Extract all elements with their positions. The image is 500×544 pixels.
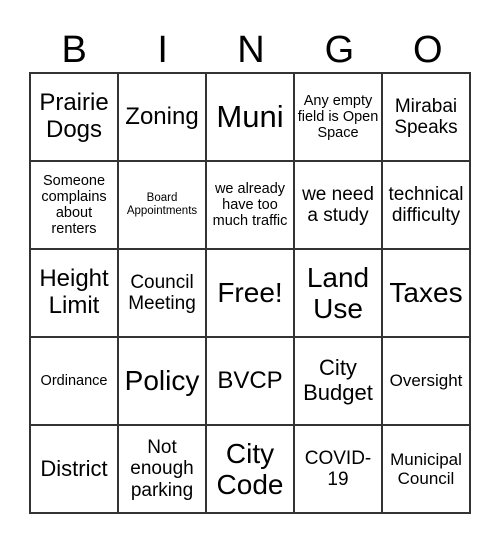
bingo-cell[interactable]: Mirabai Speaks xyxy=(382,73,470,161)
header-letter-i: I xyxy=(157,29,168,71)
bingo-cell[interactable]: Taxes xyxy=(382,249,470,337)
bingo-cell[interactable]: Muni xyxy=(206,73,294,161)
header-letter-g: G xyxy=(324,29,355,71)
bingo-board: Prairie Dogs Zoning Muni Any empty field… xyxy=(29,72,471,514)
bingo-cell[interactable]: Council Meeting xyxy=(118,249,206,337)
bingo-cell[interactable]: District xyxy=(30,425,118,513)
bingo-cell[interactable]: Zoning xyxy=(118,73,206,161)
bingo-cell[interactable]: Any empty field is Open Space xyxy=(294,73,382,161)
bingo-cell[interactable]: Prairie Dogs xyxy=(30,73,118,161)
bingo-cell[interactable]: City Budget xyxy=(294,337,382,425)
bingo-cell[interactable]: COVID-19 xyxy=(294,425,382,513)
bingo-cell[interactable]: BVCP xyxy=(206,337,294,425)
bingo-cell[interactable]: Board Appointments xyxy=(118,161,206,249)
bingo-cell[interactable]: Someone complains about renters xyxy=(30,161,118,249)
header-letter-o: O xyxy=(413,29,443,71)
header-letter-n: N xyxy=(237,29,265,71)
bingo-cell[interactable]: we already have too much traffic xyxy=(206,161,294,249)
bingo-cell[interactable]: Height Limit xyxy=(30,249,118,337)
bingo-cell[interactable]: we need a study xyxy=(294,161,382,249)
bingo-cell[interactable]: City Code xyxy=(206,425,294,513)
bingo-cell[interactable]: technical difficulty xyxy=(382,161,470,249)
bingo-cell[interactable]: Land Use xyxy=(294,249,382,337)
header-letter-b: B xyxy=(61,29,87,71)
bingo-header: B I N G O xyxy=(30,28,472,72)
bingo-cell[interactable]: Ordinance xyxy=(30,337,118,425)
bingo-cell[interactable]: Policy xyxy=(118,337,206,425)
free-space-cell[interactable]: Free! xyxy=(206,249,294,337)
bingo-cell[interactable]: Municipal Council xyxy=(382,425,470,513)
bingo-cell[interactable]: Oversight xyxy=(382,337,470,425)
bingo-cell[interactable]: Not enough parking xyxy=(118,425,206,513)
